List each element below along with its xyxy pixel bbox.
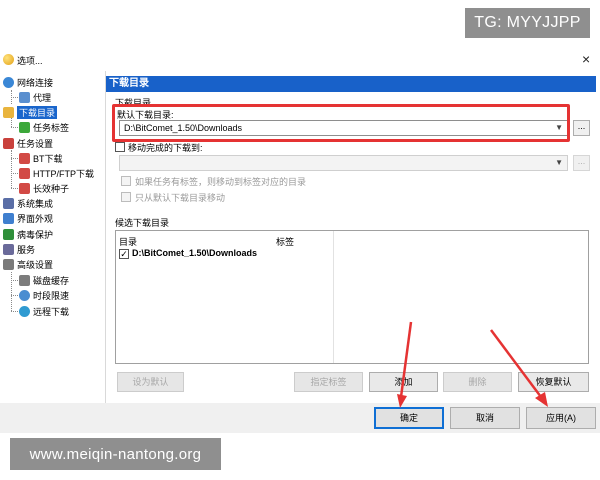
watermark-tag-top: TG: MYYJJPP: [465, 8, 590, 38]
tree-item-download-dir[interactable]: 下载目录: [3, 105, 58, 119]
disk-cache-icon: [19, 274, 30, 286]
move-by-tag-checkbox[interactable]: [121, 176, 131, 186]
close-icon[interactable]: ×: [582, 51, 590, 67]
tree-item-bt[interactable]: BT下载: [19, 151, 63, 165]
move-by-tag-label: 如果任务有标签，则移动到标签对应的目录: [135, 177, 307, 187]
browse-default-dir-button[interactable]: ...: [573, 120, 590, 136]
move-default-only-label: 只从默认下载目录移动: [135, 193, 226, 203]
move-default-only-checkbox[interactable]: [121, 192, 131, 202]
row-checkbox[interactable]: ✓: [119, 249, 129, 259]
move-dir-combo[interactable]: ▼: [119, 155, 568, 171]
tree-item-network[interactable]: 网络连接: [3, 75, 53, 89]
tree-item-task-settings[interactable]: 任务设置: [3, 136, 53, 150]
tree-item-system-integration[interactable]: 系统集成: [3, 196, 53, 210]
move-completed-checkbox[interactable]: [115, 142, 125, 152]
long-seed-icon: [19, 182, 30, 194]
tree-item-service[interactable]: 服务: [3, 242, 35, 256]
tag-icon: [19, 121, 30, 133]
service-icon: [3, 243, 14, 255]
apply-button[interactable]: 应用(A): [526, 407, 596, 429]
network-icon: [3, 76, 14, 88]
tree-item-remote-download[interactable]: 远程下载: [19, 304, 69, 318]
tree-item-disk-cache[interactable]: 磁盘缓存: [19, 273, 69, 287]
table-row[interactable]: ✓ D:\BitComet_1.50\Downloads: [118, 247, 330, 261]
proxy-icon: [19, 91, 30, 103]
browse-move-dir-button[interactable]: ...: [573, 155, 590, 171]
app-icon: [3, 54, 14, 65]
add-button[interactable]: 添加: [369, 372, 438, 392]
delete-button[interactable]: 删除: [443, 372, 512, 392]
highlight-default-dir: [112, 104, 570, 142]
ok-button[interactable]: 确定: [374, 407, 444, 429]
tree-item-task-tags[interactable]: 任务标签: [19, 120, 69, 134]
virus-shield-icon: [3, 228, 14, 240]
appearance-icon: [3, 212, 14, 224]
folder-icon: [3, 106, 14, 118]
tree-item-virus-protection[interactable]: 病毒保护: [3, 227, 53, 241]
advanced-settings-icon: [3, 258, 14, 270]
task-settings-icon: [3, 137, 14, 149]
column-divider: [333, 231, 334, 363]
candidate-dirs-list[interactable]: 目录 标签 ✓ D:\BitComet_1.50\Downloads: [115, 230, 589, 364]
http-ftp-icon: [19, 167, 30, 179]
clock-icon: [19, 289, 30, 301]
watermark-tag-bottom: www.meiqin-nantong.org: [10, 438, 221, 470]
watermark-text-top: TG: MYYJJPP: [474, 14, 581, 31]
row-dir: D:\BitComet_1.50\Downloads: [132, 248, 258, 258]
dialog-title-bar: 选项... ×: [0, 50, 600, 70]
bt-download-icon: [19, 152, 30, 164]
tree-item-proxy[interactable]: 代理: [19, 90, 51, 104]
dialog-title: 选项...: [17, 56, 43, 66]
panel-header: 下载目录: [106, 76, 596, 92]
tree-item-long-seed[interactable]: 长效种子: [19, 181, 69, 195]
chevron-down-icon: ▼: [555, 158, 563, 167]
cancel-button[interactable]: 取消: [450, 407, 520, 429]
move-completed-label: 移动完成的下载到:: [128, 143, 203, 153]
candidate-dirs-label: 候选下载目录: [115, 218, 170, 228]
system-integration-icon: [3, 197, 14, 209]
watermark-text-bottom: www.meiqin-nantong.org: [29, 445, 202, 463]
remote-download-icon: [19, 305, 30, 317]
tree-item-appearance[interactable]: 界面外观: [3, 211, 53, 225]
restore-default-button[interactable]: 恢复默认: [518, 372, 589, 392]
set-default-button[interactable]: 设为默认: [117, 372, 184, 392]
tree-item-time-limit[interactable]: 时段限速: [19, 288, 69, 302]
assign-tag-button[interactable]: 指定标签: [294, 372, 363, 392]
tree-item-advanced[interactable]: 高级设置: [3, 257, 53, 271]
tree-item-http-ftp[interactable]: HTTP/FTP下载: [19, 166, 94, 180]
